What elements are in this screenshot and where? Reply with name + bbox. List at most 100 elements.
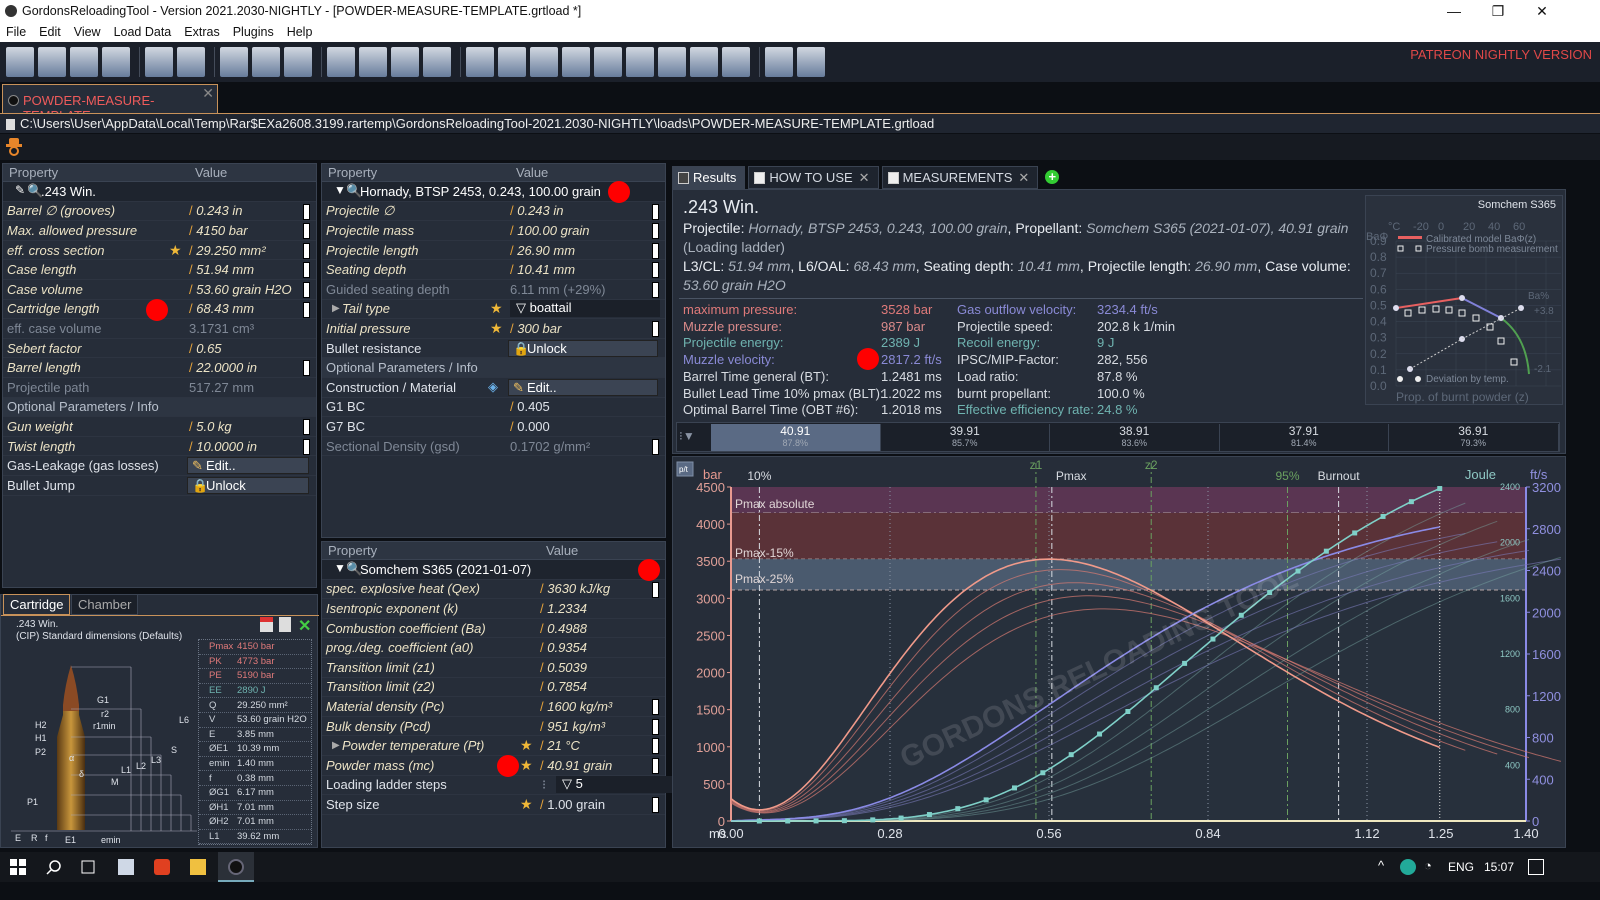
menu-view[interactable]: View bbox=[74, 25, 101, 39]
close-tab-icon[interactable]: ✕ bbox=[859, 170, 870, 185]
property-row[interactable]: Sectional Density (gsd) 0.1702 g/mm² bbox=[322, 437, 665, 457]
property-value[interactable]: 1.2334 bbox=[540, 601, 587, 616]
value-spinner[interactable] bbox=[652, 757, 659, 774]
group-row[interactable]: ▼ 🔍 Somchem S365 (2021-01-07) bbox=[322, 559, 665, 581]
taskbar-app-reloading-tool[interactable] bbox=[218, 852, 254, 882]
property-value[interactable]: 0.243 in bbox=[510, 203, 563, 218]
property-row[interactable]: Bulk density (Pcd) 951 kg/m³ bbox=[322, 717, 665, 737]
value-spinner[interactable] bbox=[652, 321, 659, 338]
toolbar-button[interactable] bbox=[70, 47, 98, 77]
property-value[interactable]: 517.27 mm bbox=[189, 380, 254, 395]
value-spinner[interactable] bbox=[303, 223, 310, 240]
value-spinner[interactable] bbox=[303, 301, 310, 318]
property-row[interactable]: Cartridge length 68.43 mm bbox=[3, 298, 316, 321]
property-row[interactable]: Barrel length 22.0000 in bbox=[3, 358, 316, 378]
property-column-header[interactable]: Property bbox=[3, 164, 189, 181]
value-spinner[interactable] bbox=[303, 438, 310, 455]
toolbar-button[interactable] bbox=[530, 47, 558, 77]
dropdown[interactable]: ▽ 5 bbox=[556, 776, 674, 794]
toolbar-button[interactable] bbox=[38, 47, 66, 77]
property-row[interactable]: Transition limit (z2) 0.7854 bbox=[322, 678, 665, 698]
property-value[interactable]: 22.0000 in bbox=[189, 360, 257, 375]
close-button[interactable]: ✕ bbox=[1520, 0, 1564, 22]
value-spinner[interactable] bbox=[652, 242, 659, 259]
property-row[interactable]: Loading ladder steps ▽ 5 ⁝ bbox=[322, 776, 674, 796]
expand-icon[interactable]: ▶ bbox=[332, 303, 340, 314]
menu-load-data[interactable]: Load Data bbox=[114, 25, 172, 39]
toolbar-button[interactable] bbox=[252, 47, 280, 77]
property-row[interactable]: G1 BC 0.405 bbox=[322, 398, 665, 418]
property-value[interactable]: 0.5039 bbox=[540, 660, 587, 675]
ladder-step[interactable]: 40.91 87.8% bbox=[711, 424, 881, 451]
property-value[interactable]: 21 °C bbox=[540, 738, 580, 753]
value-column-header[interactable]: Value bbox=[540, 542, 584, 559]
value-spinner[interactable] bbox=[652, 738, 659, 755]
tab-results[interactable]: Results bbox=[672, 166, 746, 189]
property-value[interactable]: 5.0 kg bbox=[189, 419, 231, 434]
toolbar-button[interactable] bbox=[6, 47, 34, 77]
toolbar-button[interactable] bbox=[722, 47, 750, 77]
group-row[interactable]: ✎ 🔍 .243 Win. bbox=[3, 182, 316, 202]
property-value[interactable]: 3630 kJ/kg bbox=[540, 581, 610, 596]
value-spinner[interactable] bbox=[652, 262, 659, 279]
property-value[interactable]: 40.91 grain bbox=[540, 758, 612, 773]
property-row[interactable]: spec. explosive heat (Qex) 3630 kJ/kg bbox=[322, 580, 665, 600]
ladder-menu-icon[interactable]: ⁝▼ bbox=[679, 429, 695, 443]
close-tab-icon[interactable]: ✕ bbox=[1018, 170, 1029, 185]
value-spinner[interactable] bbox=[303, 281, 310, 298]
property-row[interactable]: Combustion coefficient (Ba) 0.4988 bbox=[322, 619, 665, 639]
menu-edit[interactable]: Edit bbox=[39, 25, 61, 39]
toolbar-button[interactable] bbox=[391, 47, 419, 77]
value-spinner[interactable] bbox=[303, 262, 310, 279]
property-value[interactable]: 3.1731 cm³ bbox=[189, 321, 254, 336]
toolbar-button[interactable] bbox=[359, 47, 387, 77]
property-value[interactable]: 0.7854 bbox=[540, 679, 587, 694]
unlock-button[interactable]: 🔒 Unlock bbox=[508, 339, 658, 357]
value-spinner[interactable] bbox=[652, 797, 659, 814]
menu-file[interactable]: File bbox=[6, 25, 26, 39]
property-row[interactable]: Seating depth 10.41 mm bbox=[322, 260, 665, 280]
property-value[interactable]: 0.9354 bbox=[540, 640, 587, 655]
ladder-step[interactable]: 36.91 79.3% bbox=[1389, 424, 1559, 451]
property-value[interactable]: 10.41 mm bbox=[510, 262, 575, 277]
property-row[interactable]: Powder mass (mc) 40.91 grain ★ bbox=[322, 754, 665, 777]
minimize-button[interactable]: — bbox=[1432, 0, 1476, 22]
toolbar-button[interactable] bbox=[765, 47, 793, 77]
property-row[interactable]: Twist length 10.0000 in bbox=[3, 437, 316, 457]
fullscreen-icon[interactable]: ✕ bbox=[298, 616, 311, 636]
property-row[interactable]: Max. allowed pressure 4150 bar bbox=[3, 221, 316, 241]
property-row[interactable]: Gas-Leakage (gas losses) ✎ Edit.. bbox=[3, 456, 316, 476]
toolbar-button[interactable] bbox=[102, 47, 130, 77]
value-spinner[interactable] bbox=[303, 242, 310, 259]
brave-browser-icon[interactable] bbox=[154, 859, 170, 875]
task-view-icon[interactable] bbox=[80, 859, 96, 875]
property-value[interactable]: 0.4988 bbox=[540, 621, 587, 636]
add-tab-button[interactable]: + bbox=[1045, 170, 1060, 184]
property-row[interactable]: eff. case volume 3.1731 cm³ bbox=[3, 319, 316, 339]
property-row[interactable]: Projectile ∅ 0.243 in bbox=[322, 202, 665, 222]
property-row[interactable]: Transition limit (z1) 0.5039 bbox=[322, 658, 665, 678]
close-tab-icon[interactable]: ✕ bbox=[202, 85, 214, 102]
toolbar-button[interactable] bbox=[327, 47, 355, 77]
property-row[interactable]: G7 BC 0.000 bbox=[322, 417, 665, 437]
value-column-header[interactable]: Value bbox=[510, 164, 554, 181]
export-file-icon[interactable] bbox=[279, 617, 291, 632]
property-value[interactable]: 6.11 mm (+29%) bbox=[510, 282, 606, 297]
property-row[interactable]: Construction / Material ✎ Edit.. ◈ bbox=[322, 378, 665, 398]
menu-help[interactable]: Help bbox=[287, 25, 313, 39]
property-column-header[interactable]: Property bbox=[322, 542, 540, 559]
value-spinner[interactable] bbox=[652, 438, 659, 455]
value-spinner[interactable] bbox=[303, 360, 310, 377]
tab-cartridge[interactable]: Cartridge bbox=[3, 594, 71, 615]
search-icon[interactable] bbox=[46, 859, 62, 875]
property-row[interactable]: Step size 1.00 grain ★ bbox=[322, 795, 665, 815]
value-spinner[interactable] bbox=[652, 581, 659, 598]
file-explorer-icon[interactable] bbox=[190, 859, 206, 875]
property-value[interactable]: 1600 kg/m³ bbox=[540, 699, 612, 714]
property-value[interactable]: 10.0000 in bbox=[189, 439, 257, 454]
tab-how-to-use[interactable]: HOW TO USE ✕ bbox=[748, 166, 879, 189]
toolbar-button[interactable] bbox=[690, 47, 718, 77]
star-icon[interactable]: ★ bbox=[520, 757, 533, 774]
toolbar-button[interactable] bbox=[498, 47, 526, 77]
property-row[interactable]: Material density (Pc) 1600 kg/m³ bbox=[322, 697, 665, 717]
